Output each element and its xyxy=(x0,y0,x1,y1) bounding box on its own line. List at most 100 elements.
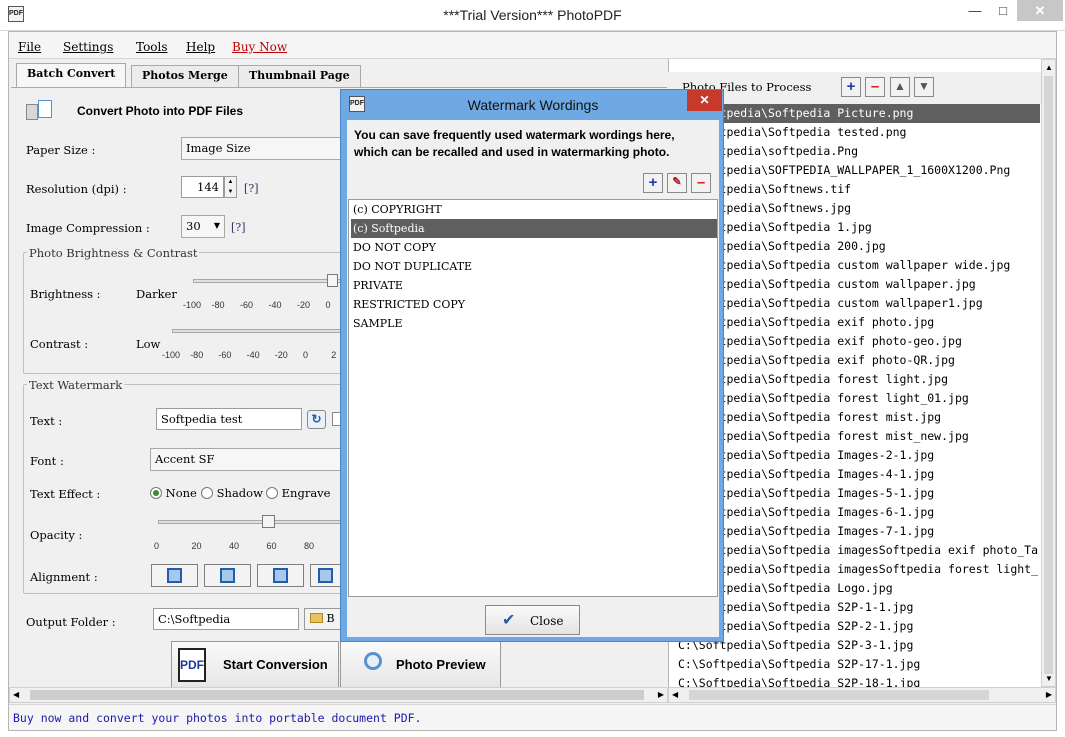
wording-list: (c) COPYRIGHT (c) Softpedia DO NOT COPY DO … xyxy=(348,199,718,597)
file-list-item[interactable]: C:\Softpedia\Softpedia exif photo-geo.jp… xyxy=(678,332,1040,351)
menu-settings[interactable]: Settings xyxy=(63,40,113,54)
file-list-horizontal-scrollbar[interactable]: ◀ ▶ xyxy=(668,687,1056,703)
scrollbar-thumb[interactable] xyxy=(1044,76,1053,674)
magnifier-icon xyxy=(364,652,382,670)
add-file-icon[interactable]: + xyxy=(841,77,861,97)
remove-file-icon[interactable]: – xyxy=(865,77,885,97)
slider-tick-label: -20 xyxy=(274,350,288,360)
contrast-slider[interactable] xyxy=(172,329,353,333)
menu-help[interactable]: Help xyxy=(186,40,215,54)
left-horizontal-scrollbar[interactable]: ◀ ▶ xyxy=(9,687,668,703)
watermark-text-input[interactable]: Softpedia test xyxy=(156,408,302,430)
wording-list-item[interactable]: DO NOT DUPLICATE xyxy=(351,257,717,276)
menu-tools[interactable]: Tools xyxy=(136,40,168,54)
file-list-item[interactable]: C:\Softpedia\Softpedia forest mist.jpg xyxy=(678,408,1040,427)
align-top-right-button[interactable] xyxy=(204,564,251,587)
minimize-button[interactable]: — xyxy=(961,0,989,21)
contrast-label: Contrast : xyxy=(30,337,89,351)
effect-engrave-option[interactable]: Engrave xyxy=(266,486,330,500)
opacity-slider[interactable] xyxy=(158,520,353,524)
wording-list-item[interactable]: SAMPLE xyxy=(351,314,717,333)
file-list-item[interactable]: C:\Softpedia\Softpedia custom wallpaper … xyxy=(678,256,1040,275)
file-list-item[interactable]: C:\Softpedia\Softpedia S2P-3-1.jpg xyxy=(678,636,1040,655)
dialog-close-action-button[interactable]: ✔ Close xyxy=(485,605,580,635)
opacity-slider-thumb[interactable] xyxy=(262,515,275,528)
file-list-item[interactable]: C:\Softpedia\softpedia.Png xyxy=(678,142,1040,161)
resolution-spinner[interactable]: ▲ ▼ xyxy=(224,176,237,198)
align-bottom-left-button[interactable] xyxy=(257,564,304,587)
resolution-input[interactable]: 144 xyxy=(181,176,224,198)
compression-help-link[interactable]: [?] xyxy=(231,221,245,234)
edit-wording-icon[interactable]: ✎ xyxy=(667,173,687,193)
file-list-item[interactable]: C:\Softpedia\Softpedia imagesSoftpedia f… xyxy=(678,560,1040,579)
menu-file[interactable]: File xyxy=(18,40,41,54)
photo-preview-button[interactable]: Photo Preview xyxy=(340,641,501,688)
file-list-item[interactable]: C:\Softpedia\SOFTPEDIA_WALLPAPER_1_1600X… xyxy=(678,161,1040,180)
slider-tick-label: 80 xyxy=(304,541,315,551)
dialog-close-button[interactable]: ✕ xyxy=(687,90,722,111)
file-list-item[interactable]: C:\Softpedia\Softpedia S2P-2-1.jpg xyxy=(678,617,1040,636)
opacity-label: Opacity : xyxy=(30,528,83,542)
move-up-icon[interactable]: ▲ xyxy=(890,77,910,97)
wording-list-item[interactable]: RESTRICTED COPY xyxy=(351,295,717,314)
file-list-item[interactable]: C:\Softpedia\Softpedia 200.jpg xyxy=(678,237,1040,256)
move-down-icon[interactable]: ▼ xyxy=(914,77,934,97)
tab-photos-merge[interactable]: Photos Merge xyxy=(131,65,239,87)
tab-batch-convert[interactable]: Batch Convert xyxy=(16,63,127,88)
close-window-button[interactable]: ✕ xyxy=(1017,0,1063,21)
maximize-button[interactable]: □ xyxy=(989,0,1017,21)
file-list-item[interactable]: C:\Softpedia\Softpedia forest light.jpg xyxy=(678,370,1040,389)
file-list-item[interactable]: C:\Softpedia\Softpedia Images-7-1.jpg xyxy=(678,522,1040,541)
watermark-text-label: Text : xyxy=(30,414,63,428)
slider-tick-label: 0 xyxy=(303,350,309,360)
output-folder-input[interactable]: C:\Softpedia xyxy=(153,608,299,630)
file-list-item[interactable]: C:\Softpedia\Softpedia custom wallpaper1… xyxy=(678,294,1040,313)
file-list-item[interactable]: C:\Softpedia\Softpedia exif photo.jpg xyxy=(678,313,1040,332)
tab-thumbnail-page[interactable]: Thumbnail Page xyxy=(238,65,361,87)
file-list-item[interactable]: C:\Softpedia\Softpedia forest light_01.j… xyxy=(678,389,1040,408)
file-list-item[interactable]: C:\Softpedia\Softpedia Picture.png xyxy=(670,104,1040,123)
scrollbar-thumb[interactable] xyxy=(30,690,644,700)
file-list-item[interactable]: C:\Softpedia\Softpedia Images-6-1.jpg xyxy=(678,503,1040,522)
scrollbar-thumb[interactable] xyxy=(689,690,989,700)
wording-list-item[interactable]: (c) COPYRIGHT xyxy=(351,200,717,219)
start-conversion-button[interactable]: PDF Start Conversion xyxy=(171,641,339,688)
effect-shadow-option[interactable]: Shadow xyxy=(201,486,263,500)
slider-tick-label: 2 xyxy=(331,350,337,360)
paper-size-select[interactable]: Image Size xyxy=(181,137,341,160)
wording-list-item[interactable]: PRIVATE xyxy=(351,276,717,295)
file-list-item[interactable]: C:\Softpedia\Softpedia S2P-17-1.jpg xyxy=(678,655,1040,674)
resolution-label: Resolution (dpi) : xyxy=(26,182,127,196)
resolution-help-link[interactable]: [?] xyxy=(244,182,258,195)
file-list-item[interactable]: C:\Softpedia\Softpedia forest mist_new.j… xyxy=(678,427,1040,446)
effect-none-option[interactable]: None xyxy=(150,486,197,500)
file-list-item[interactable]: C:\Softpedia\Softpedia imagesSoftpedia e… xyxy=(678,541,1040,560)
file-list-item[interactable]: C:\Softpedia\Softnews.tif xyxy=(678,180,1040,199)
brightness-slider-thumb[interactable] xyxy=(327,274,338,287)
watermark-wordings-dialog: PDF Watermark Wordings ✕ You can save fr… xyxy=(340,89,724,642)
browse-button[interactable]: B xyxy=(304,608,341,630)
file-list-item[interactable]: C:\Softpedia\Softpedia 1.jpg xyxy=(678,218,1040,237)
convert-photo-icon xyxy=(26,100,52,122)
file-list-item[interactable]: C:\Softpedia\Softpedia Logo.jpg xyxy=(678,579,1040,598)
remove-wording-icon[interactable]: – xyxy=(691,173,711,193)
status-bar: Buy now and convert your photos into por… xyxy=(9,704,1056,730)
file-list-item[interactable]: C:\Softpedia\Softnews.jpg xyxy=(678,199,1040,218)
file-list-item[interactable]: C:\Softpedia\Softpedia exif photo-QR.jpg xyxy=(678,351,1040,370)
file-list-item[interactable]: C:\Softpedia\Softpedia Images-4-1.jpg xyxy=(678,465,1040,484)
file-list-vertical-scrollbar[interactable]: ▲ ▼ xyxy=(1041,59,1056,687)
file-list-item[interactable]: C:\Softpedia\Softpedia tested.png xyxy=(678,123,1040,142)
recall-wording-icon[interactable]: ↻ xyxy=(307,410,326,429)
file-list-item[interactable]: C:\Softpedia\Softpedia S2P-1-1.jpg xyxy=(678,598,1040,617)
wording-list-item[interactable]: DO NOT COPY xyxy=(351,238,717,257)
align-bottom-right-button[interactable] xyxy=(310,564,341,587)
font-select[interactable]: Accent SF xyxy=(150,448,342,471)
add-wording-icon[interactable]: + xyxy=(643,173,663,193)
file-list-item[interactable]: C:\Softpedia\Softpedia custom wallpaper.… xyxy=(678,275,1040,294)
align-top-left-button[interactable] xyxy=(151,564,198,587)
compression-select[interactable]: 30 ▼ xyxy=(181,215,225,238)
file-list-item[interactable]: C:\Softpedia\Softpedia Images-5-1.jpg xyxy=(678,484,1040,503)
menu-buy-now[interactable]: Buy Now xyxy=(232,40,287,54)
wording-list-item[interactable]: (c) Softpedia xyxy=(351,219,717,238)
file-list-item[interactable]: C:\Softpedia\Softpedia Images-2-1.jpg xyxy=(678,446,1040,465)
